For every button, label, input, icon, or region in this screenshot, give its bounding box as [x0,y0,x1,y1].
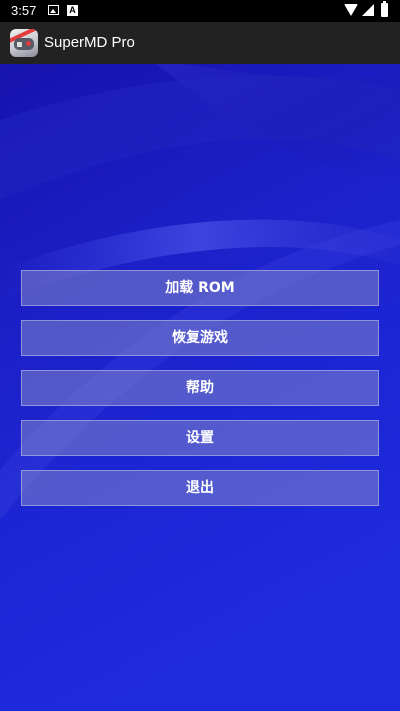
status-bar: 3:57 A [0,0,400,22]
help-button[interactable]: 帮助 [21,370,379,406]
main-menu: 加载 ROM 恢复游戏 帮助 设置 退出 [21,270,379,520]
status-time: 3:57 [11,3,37,18]
wifi-icon [344,4,358,16]
battery-icon [381,1,388,17]
app-screen: 3:57 A SuperMD Pro 加载 ROM 恢复游戏 帮助 设置 退出 [0,0,400,711]
load-rom-button[interactable]: 加载 ROM [21,270,379,306]
signal-icon [362,4,374,16]
app-bar: SuperMD Pro [0,22,400,64]
exit-button[interactable]: 退出 [21,470,379,506]
a-notification-icon: A [67,5,78,16]
settings-button[interactable]: 设置 [21,420,379,456]
restore-game-button[interactable]: 恢复游戏 [21,320,379,356]
app-title: SuperMD Pro [44,34,135,51]
gamepad-app-icon [10,29,38,57]
image-notification-icon [48,5,59,15]
